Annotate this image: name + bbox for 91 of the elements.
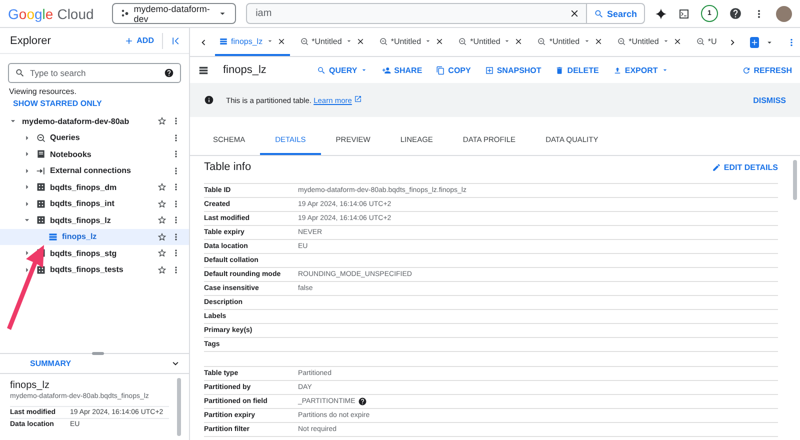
user-avatar[interactable] xyxy=(776,6,792,22)
star-icon[interactable] xyxy=(157,232,167,242)
tree-item[interactable]: Queries xyxy=(0,130,189,146)
tree-item[interactable]: finops_lz xyxy=(0,228,189,245)
toolbar-button[interactable]: QUERY xyxy=(317,66,368,74)
refresh-button[interactable]: REFRESH xyxy=(742,66,792,74)
query-icon xyxy=(458,36,468,46)
project-selector[interactable]: mydemo-dataform-dev xyxy=(112,3,236,24)
editor-tab[interactable]: *Untitled xyxy=(296,28,369,56)
star-icon[interactable] xyxy=(157,116,167,126)
edit-details-button[interactable]: EDIT DETAILS xyxy=(712,162,778,172)
toolbar-button[interactable]: SHARE xyxy=(382,66,422,74)
query-icon xyxy=(300,36,309,46)
summary-heading[interactable]: SUMMARY xyxy=(30,359,170,368)
search-icon xyxy=(594,8,604,18)
editor-tab[interactable]: *Untitled xyxy=(374,28,448,56)
terminal-icon[interactable] xyxy=(678,8,690,20)
editor-tab[interactable]: *Untitled xyxy=(612,28,686,56)
tree-item[interactable]: bqdts_finops_lz xyxy=(0,212,189,228)
tree-item[interactable]: Notebooks xyxy=(0,146,189,162)
tree-item[interactable]: External connections xyxy=(0,162,189,179)
toolbar-button[interactable]: SNAPSHOT xyxy=(484,66,542,74)
close-icon[interactable] xyxy=(594,36,603,46)
table-icon xyxy=(219,36,228,46)
table-icon xyxy=(48,232,58,242)
editor-tab[interactable]: finops_lz xyxy=(215,28,290,56)
dataset-icon xyxy=(36,215,46,226)
export-icon xyxy=(612,66,622,74)
add-button[interactable]: ADD xyxy=(124,36,154,46)
tree-item[interactable]: mydemo-dataform-dev-80ab xyxy=(0,113,189,130)
star-icon[interactable] xyxy=(157,248,167,258)
help-icon xyxy=(164,68,174,78)
snapshot-icon xyxy=(484,66,494,74)
editor-tab[interactable]: *Untitled xyxy=(454,28,528,56)
clear-icon[interactable] xyxy=(568,8,580,19)
summary-title: finops_lz xyxy=(10,380,50,391)
table-icon xyxy=(198,64,209,76)
close-icon[interactable] xyxy=(356,36,365,46)
delete-icon xyxy=(555,66,564,74)
query-icon xyxy=(616,36,626,46)
search-button[interactable]: Search xyxy=(586,4,644,23)
viewing-note: Viewing resources. xyxy=(8,87,78,96)
plus-icon xyxy=(124,36,134,46)
help-icon[interactable] xyxy=(729,7,742,20)
info-icon xyxy=(204,95,214,105)
dataset-icon xyxy=(36,182,46,192)
toolbar-button[interactable]: COPY xyxy=(436,66,471,74)
close-icon[interactable] xyxy=(435,36,444,46)
query-icon xyxy=(696,36,705,46)
dismiss-button[interactable]: DISMISS xyxy=(753,96,786,104)
search-field[interactable]: Type to search xyxy=(8,63,181,83)
help-icon[interactable] xyxy=(358,397,368,406)
dataset-icon xyxy=(36,264,46,275)
external-link-icon[interactable] xyxy=(354,95,362,103)
notebook-icon xyxy=(36,149,46,160)
query-icon xyxy=(378,36,388,46)
plus-icon xyxy=(750,38,759,46)
query-icon xyxy=(36,132,46,143)
toolbar-button[interactable]: EXPORT xyxy=(612,66,669,74)
toolbar-button[interactable]: DELETE xyxy=(555,66,599,74)
collapse-panel-icon[interactable] xyxy=(171,36,181,46)
star-icon[interactable] xyxy=(157,182,167,192)
star-icon[interactable] xyxy=(157,264,167,275)
search-icon xyxy=(15,68,25,78)
connection-icon xyxy=(36,166,46,176)
project-icon xyxy=(120,9,129,18)
share-icon xyxy=(382,66,392,74)
query-icon xyxy=(537,36,546,46)
new-tab-button[interactable] xyxy=(750,36,759,48)
tree-item[interactable]: bqdts_finops_int xyxy=(0,196,189,212)
close-icon[interactable] xyxy=(514,36,524,46)
editor-tab[interactable]: *U xyxy=(692,28,721,56)
tree-item[interactable]: bqdts_finops_tests xyxy=(0,262,189,278)
google-cloud-logo[interactable]: Google Cloud xyxy=(8,6,94,22)
explorer-title: Explorer xyxy=(10,34,52,46)
dataset-icon xyxy=(36,198,46,209)
star-icon[interactable] xyxy=(157,215,167,226)
refresh-icon xyxy=(742,66,751,74)
close-icon[interactable] xyxy=(672,36,682,46)
table-title: finops_lz xyxy=(223,64,268,76)
editor-tab[interactable]: *Untitled xyxy=(533,28,607,56)
search-field[interactable]: iam Search xyxy=(246,3,645,24)
close-icon[interactable] xyxy=(276,36,286,46)
star-icon[interactable] xyxy=(157,198,167,209)
table-info-title: Table info xyxy=(204,161,252,173)
show-starred-link[interactable]: SHOW STARRED ONLY xyxy=(0,96,189,113)
tree-item[interactable]: bqdts_finops_dm xyxy=(0,179,189,196)
copy-icon xyxy=(436,66,446,74)
edit-icon xyxy=(712,162,721,172)
sparkle-icon[interactable] xyxy=(655,8,667,20)
query-icon xyxy=(317,66,326,74)
